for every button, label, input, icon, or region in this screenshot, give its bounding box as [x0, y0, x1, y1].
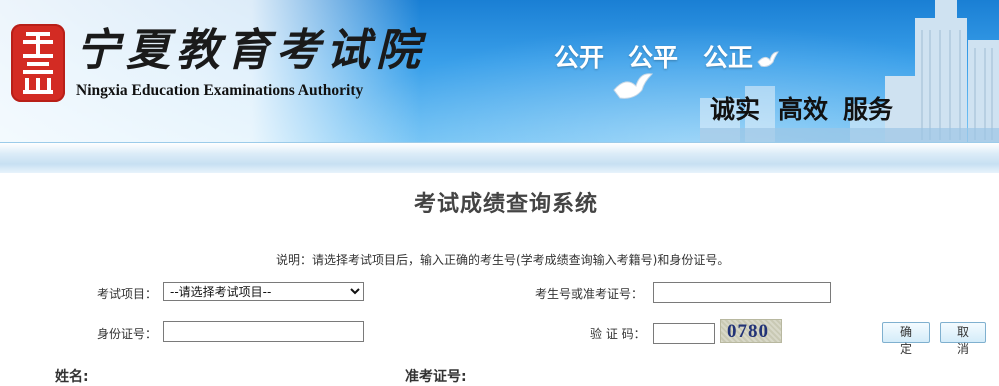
exam-project-label: 考试项目： — [97, 287, 158, 301]
id-number-input[interactable] — [163, 321, 364, 342]
header-divider-strip — [0, 142, 999, 173]
confirm-button[interactable]: 确 定 — [882, 322, 930, 356]
slogan-just: 公正 — [703, 43, 754, 72]
authority-name-chinese: 宁夏教育考试院 — [76, 25, 426, 76]
instruction-text: 说明：请选择考试项目后，输入正确的考生号(学考成绩查询输入考籍号)和身份证号。 — [276, 253, 730, 267]
slogan-efficient: 高效 — [778, 95, 829, 124]
header-banner: 宁夏教育考试院 Ningxia Education Examinations A… — [0, 0, 999, 142]
exam-project-select[interactable]: --请选择考试项目-- — [163, 282, 364, 301]
authority-seal-logo — [11, 24, 65, 102]
slogan-fair: 公平 — [628, 43, 679, 72]
candidate-number-label: 考生号或准考证号： — [535, 287, 644, 301]
slogan-service: 服务 — [843, 95, 894, 124]
slogan-honest: 诚实 — [710, 95, 761, 124]
result-name-label: 姓名: — [55, 369, 89, 385]
dove-icon — [613, 73, 654, 99]
candidate-number-input[interactable] — [653, 282, 831, 303]
cancel-button[interactable]: 取 消 — [940, 322, 986, 356]
id-number-label: 身份证号： — [97, 327, 158, 341]
result-ticket-label: 准考证号: — [405, 369, 467, 385]
page-title: 考试成绩查询系统 — [414, 192, 599, 217]
captcha-label: 验 证 码： — [590, 327, 646, 341]
captcha-image[interactable]: 0780 — [720, 319, 782, 343]
authority-name-english: Ningxia Education Examinations Authority — [76, 82, 364, 99]
captcha-image-text: 0780 — [727, 321, 769, 342]
slogan-open: 公开 — [554, 43, 605, 72]
small-dove-icon — [757, 51, 779, 67]
captcha-input[interactable] — [653, 323, 715, 344]
